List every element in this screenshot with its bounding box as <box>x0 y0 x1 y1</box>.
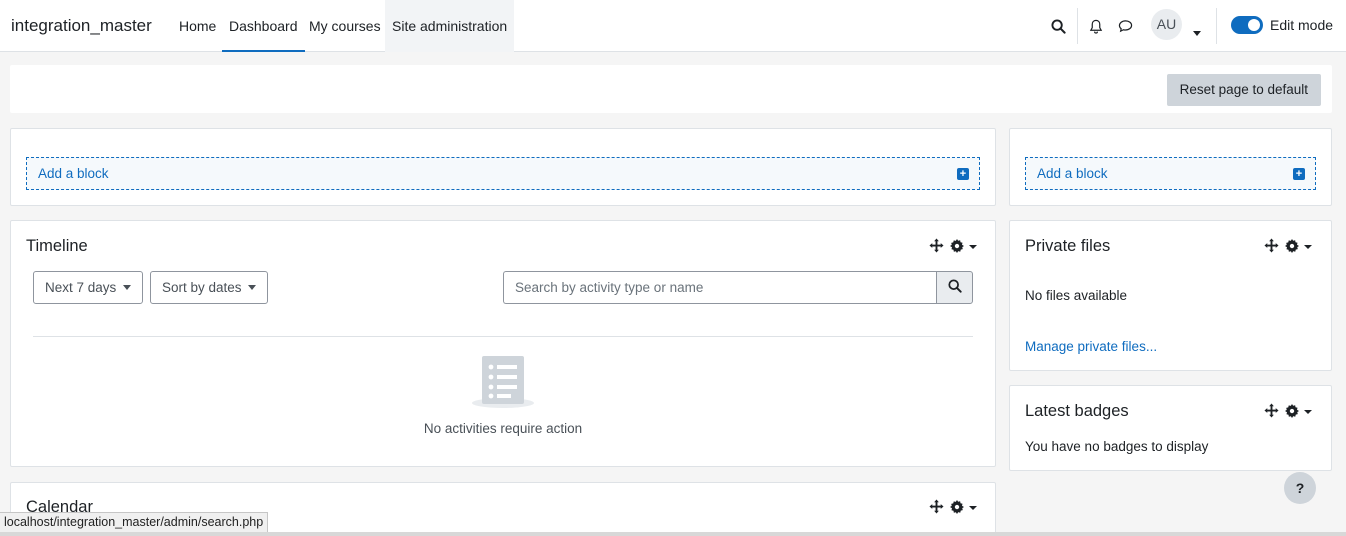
timeline-empty-message: No activities require action <box>423 421 583 436</box>
timeline-search <box>503 271 973 304</box>
private-files-empty-message: No files available <box>1025 288 1128 303</box>
gear-icon[interactable] <box>1285 403 1299 421</box>
chevron-down-icon[interactable] <box>969 506 977 510</box>
latest-badges-empty-message: You have no badges to display <box>1025 439 1209 454</box>
sort-label: Sort by dates <box>162 280 242 295</box>
nav-site-administration[interactable]: Site administration <box>385 0 515 52</box>
reset-page-button[interactable]: Reset page to default <box>1166 74 1321 106</box>
edit-mode-toggle[interactable] <box>1231 16 1263 34</box>
timeline-day-filter-dropdown[interactable]: Next 7 days <box>33 271 143 304</box>
chat-icon[interactable] <box>1116 17 1134 35</box>
chevron-down-icon <box>248 285 256 290</box>
timeline-search-button[interactable] <box>936 271 973 304</box>
browser-status-url: localhost/integration_master/admin/searc… <box>0 512 269 533</box>
timeline-sort-dropdown[interactable]: Sort by dates <box>150 271 268 304</box>
latest-badges-block <box>1009 385 1332 471</box>
search-icon[interactable] <box>1049 17 1067 35</box>
manage-private-files-link[interactable]: Manage private files... <box>1025 339 1157 354</box>
search-icon <box>947 279 962 296</box>
chevron-down-icon <box>123 285 131 290</box>
gear-icon[interactable] <box>1285 238 1299 256</box>
latest-badges-block-controls <box>1264 403 1312 421</box>
timeline-search-input[interactable] <box>503 271 937 304</box>
calendar-block-controls <box>929 499 977 517</box>
user-avatar[interactable]: AU <box>1151 9 1182 40</box>
move-icon[interactable] <box>929 499 944 517</box>
chevron-down-icon[interactable] <box>969 245 977 249</box>
add-block-button[interactable]: Add a block + <box>1025 157 1316 190</box>
chevron-down-icon[interactable] <box>1304 410 1312 414</box>
timeline-title: Timeline <box>26 237 88 255</box>
timeline-divider <box>33 336 973 337</box>
day-filter-label: Next 7 days <box>45 280 117 295</box>
edit-mode-label: Edit mode <box>1270 17 1334 33</box>
nav-dashboard[interactable]: Dashboard <box>222 0 305 52</box>
add-block-label: Add a block <box>1037 166 1108 181</box>
move-icon[interactable] <box>1264 238 1279 256</box>
bell-icon[interactable] <box>1087 17 1105 35</box>
gear-icon[interactable] <box>950 238 964 256</box>
gear-icon[interactable] <box>950 499 964 517</box>
plus-square-icon: + <box>957 168 969 180</box>
plus-square-icon: + <box>1293 168 1305 180</box>
private-files-title: Private files <box>1025 237 1111 255</box>
latest-badges-title: Latest badges <box>1025 402 1129 420</box>
chevron-down-icon[interactable] <box>1304 245 1312 249</box>
main-block-region: Add a block + <box>10 128 996 206</box>
top-navbar: integration_master Home Dashboard My cou… <box>0 0 1346 52</box>
nav-home[interactable]: Home <box>172 0 223 52</box>
move-icon[interactable] <box>1264 403 1279 421</box>
page-header-actions: Reset page to default <box>10 65 1332 113</box>
add-block-label: Add a block <box>38 166 109 181</box>
nav-divider <box>1216 8 1217 44</box>
timeline-block-controls <box>929 238 977 256</box>
move-icon[interactable] <box>929 238 944 256</box>
user-menu-chevron-down-icon[interactable] <box>1193 23 1201 39</box>
private-files-block-controls <box>1264 238 1312 256</box>
nav-divider <box>1077 8 1078 44</box>
help-button[interactable]: ? <box>1284 472 1316 504</box>
add-block-button[interactable]: Add a block + <box>26 157 980 190</box>
window-bottom-edge <box>0 532 1346 536</box>
site-brand[interactable]: integration_master <box>11 16 152 36</box>
side-block-region: Add a block + <box>1009 128 1332 206</box>
empty-activities-icon <box>472 354 534 410</box>
nav-my-courses[interactable]: My courses <box>302 0 388 52</box>
